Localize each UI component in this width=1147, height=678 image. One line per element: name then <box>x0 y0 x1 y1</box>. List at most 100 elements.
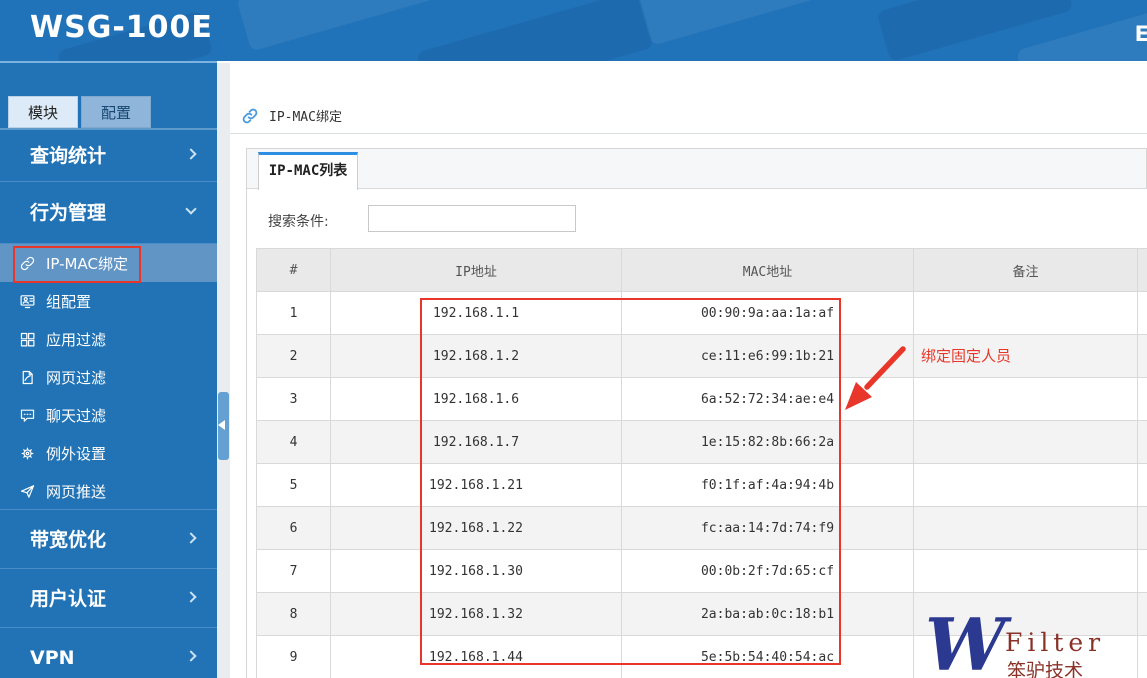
sidebar-item-label: 网页过滤 <box>46 368 107 387</box>
sidebar-item-label: 网页推送 <box>46 482 107 501</box>
table-row[interactable]: 4 192.168.1.7 1e:15:82:8b:66:2a <box>256 420 1147 464</box>
table-row[interactable]: 5 192.168.1.21 f0:1f:af:4a:94:4b <box>256 463 1147 507</box>
sidebar-item-group-config[interactable]: 组配置 <box>0 282 217 320</box>
header-right-link[interactable]: E <box>1135 22 1147 46</box>
sidebar-item-label: IP-MAC绑定 <box>46 254 128 273</box>
sidebar-item-label: 应用过滤 <box>46 330 107 349</box>
cell-ip: 192.168.1.44 <box>330 635 622 678</box>
cell-ip: 192.168.1.22 <box>330 506 622 550</box>
sidebar-item-app-filter[interactable]: 应用过滤 <box>0 320 217 358</box>
col-ip: IP地址 <box>330 248 622 292</box>
cell-note <box>913 420 1138 464</box>
cell-extra <box>1137 291 1147 335</box>
chevron-right-icon <box>185 590 197 603</box>
sidebar-item-label: 聊天过滤 <box>46 406 107 425</box>
search-label: 搜索条件: <box>268 214 329 230</box>
content-divider <box>230 133 1147 134</box>
cell-note <box>913 291 1138 335</box>
cell-ip: 192.168.1.1 <box>330 291 622 335</box>
sidebar-gutter <box>217 63 230 678</box>
search-input[interactable] <box>368 205 576 232</box>
page-icon <box>19 369 36 386</box>
cell-note <box>913 377 1138 421</box>
sidebar-section-user-auth[interactable]: 用户认证 <box>0 568 217 628</box>
cell-extra <box>1137 334 1147 378</box>
cell-note <box>913 506 1138 550</box>
tab-module[interactable]: 模块 <box>8 96 78 128</box>
table-row[interactable]: 3 192.168.1.6 6a:52:72:34:ae:e4 <box>256 377 1147 421</box>
cell-extra <box>1137 463 1147 507</box>
table-row[interactable]: 6 192.168.1.22 fc:aa:14:7d:74:f9 <box>256 506 1147 550</box>
watermark-name: Filter <box>1005 628 1106 657</box>
tab-config[interactable]: 配置 <box>81 96 151 128</box>
tab-strip <box>246 148 1147 189</box>
gear-icon <box>19 445 36 462</box>
keyboard-pattern <box>236 0 444 52</box>
sidebar-collapse-handle[interactable] <box>218 392 229 460</box>
sidebar-item-chat-filter[interactable]: 聊天过滤 <box>0 396 217 434</box>
ip-mac-table: # IP地址 MAC地址 备注 1 192.168.1.1 00:90:9a:a… <box>256 248 1147 678</box>
sidebar-item-ip-mac-binding[interactable]: IP-MAC绑定 <box>0 244 217 282</box>
behavior-submenu: IP-MAC绑定 组配置 应用过滤 网页过滤 聊天过滤 例外设置 网页推送 <box>0 244 217 510</box>
chain-icon <box>19 255 36 272</box>
group-icon <box>19 293 36 310</box>
cell-mac: f0:1f:af:4a:94:4b <box>621 463 914 507</box>
table-header: # IP地址 MAC地址 备注 <box>256 248 1147 292</box>
cell-mac: 5e:5b:54:40:54:ac <box>621 635 914 678</box>
annotation-text: 绑定固定人员 <box>921 347 1012 365</box>
cell-index: 8 <box>256 592 331 636</box>
cell-extra <box>1137 377 1147 421</box>
collapse-left-icon <box>218 420 225 430</box>
wsg-100e-admin-page: WSG-100E E 模块 配置 查询统计 行为管理 IP-MAC绑定 组配置 … <box>0 0 1147 678</box>
cell-index: 3 <box>256 377 331 421</box>
cell-extra <box>1137 506 1147 550</box>
section-label: 查询统计 <box>30 145 107 167</box>
cell-note <box>913 549 1138 593</box>
table-row[interactable]: 1 192.168.1.1 00:90:9a:aa:1a:af <box>256 291 1147 335</box>
sidebar-item-exception-settings[interactable]: 例外设置 <box>0 434 217 472</box>
section-label: VPN <box>30 647 75 669</box>
cell-index: 9 <box>256 635 331 678</box>
keyboard-pattern <box>636 0 854 46</box>
sidebar-item-web-push[interactable]: 网页推送 <box>0 472 217 510</box>
sidebar-section-bandwidth[interactable]: 带宽优化 <box>0 509 217 569</box>
sidebar-section-behavior-mgmt[interactable]: 行为管理 <box>0 182 217 244</box>
chevron-right-icon <box>185 531 197 544</box>
sidebar-item-label: 例外设置 <box>46 444 107 463</box>
cell-ip: 192.168.1.21 <box>330 463 622 507</box>
col-index: # <box>256 248 331 292</box>
col-mac: MAC地址 <box>621 248 914 292</box>
cell-index: 6 <box>256 506 331 550</box>
sidebar-menu: 查询统计 行为管理 IP-MAC绑定 组配置 应用过滤 网页过滤 聊天过滤 例外… <box>0 130 217 678</box>
cell-ip: 192.168.1.32 <box>330 592 622 636</box>
cell-mac: ce:11:e6:99:1b:21 <box>621 334 914 378</box>
sidebar-tabs: 模块 配置 <box>8 96 151 128</box>
chat-icon <box>19 407 36 424</box>
ip-mac-table-wrap: # IP地址 MAC地址 备注 1 192.168.1.1 00:90:9a:a… <box>256 248 1147 678</box>
cell-ip: 192.168.1.30 <box>330 549 622 593</box>
cell-mac: 00:0b:2f:7d:65:cf <box>621 549 914 593</box>
cell-index: 1 <box>256 291 331 335</box>
cell-index: 4 <box>256 420 331 464</box>
table-row[interactable]: 7 192.168.1.30 00:0b:2f:7d:65:cf <box>256 549 1147 593</box>
sidebar: 模块 配置 查询统计 行为管理 IP-MAC绑定 组配置 应用过滤 网页过滤 聊… <box>0 61 217 678</box>
watermark-w-logo: W <box>925 602 1006 678</box>
chevron-right-icon <box>185 147 197 160</box>
tab-ip-mac-list[interactable]: IP-MAC列表 <box>258 152 358 190</box>
breadcrumb: IP-MAC绑定 <box>241 106 342 125</box>
sidebar-section-query-stats[interactable]: 查询统计 <box>0 130 217 182</box>
wfilter-watermark: W Filter 笨驴技术 <box>925 602 1147 678</box>
cell-mac: 2a:ba:ab:0c:18:b1 <box>621 592 914 636</box>
sidebar-item-web-filter[interactable]: 网页过滤 <box>0 358 217 396</box>
sidebar-section-vpn[interactable]: VPN <box>0 627 217 678</box>
cell-ip: 192.168.1.2 <box>330 334 622 378</box>
section-label: 带宽优化 <box>30 529 107 551</box>
top-header: WSG-100E E <box>0 0 1147 61</box>
chevron-right-icon <box>185 649 197 662</box>
cell-mac: 6a:52:72:34:ae:e4 <box>621 377 914 421</box>
cell-index: 7 <box>256 549 331 593</box>
table-row[interactable]: 2 192.168.1.2 ce:11:e6:99:1b:21 <box>256 334 1147 378</box>
section-label: 用户认证 <box>30 588 107 610</box>
cell-note <box>913 463 1138 507</box>
cell-extra <box>1137 549 1147 593</box>
